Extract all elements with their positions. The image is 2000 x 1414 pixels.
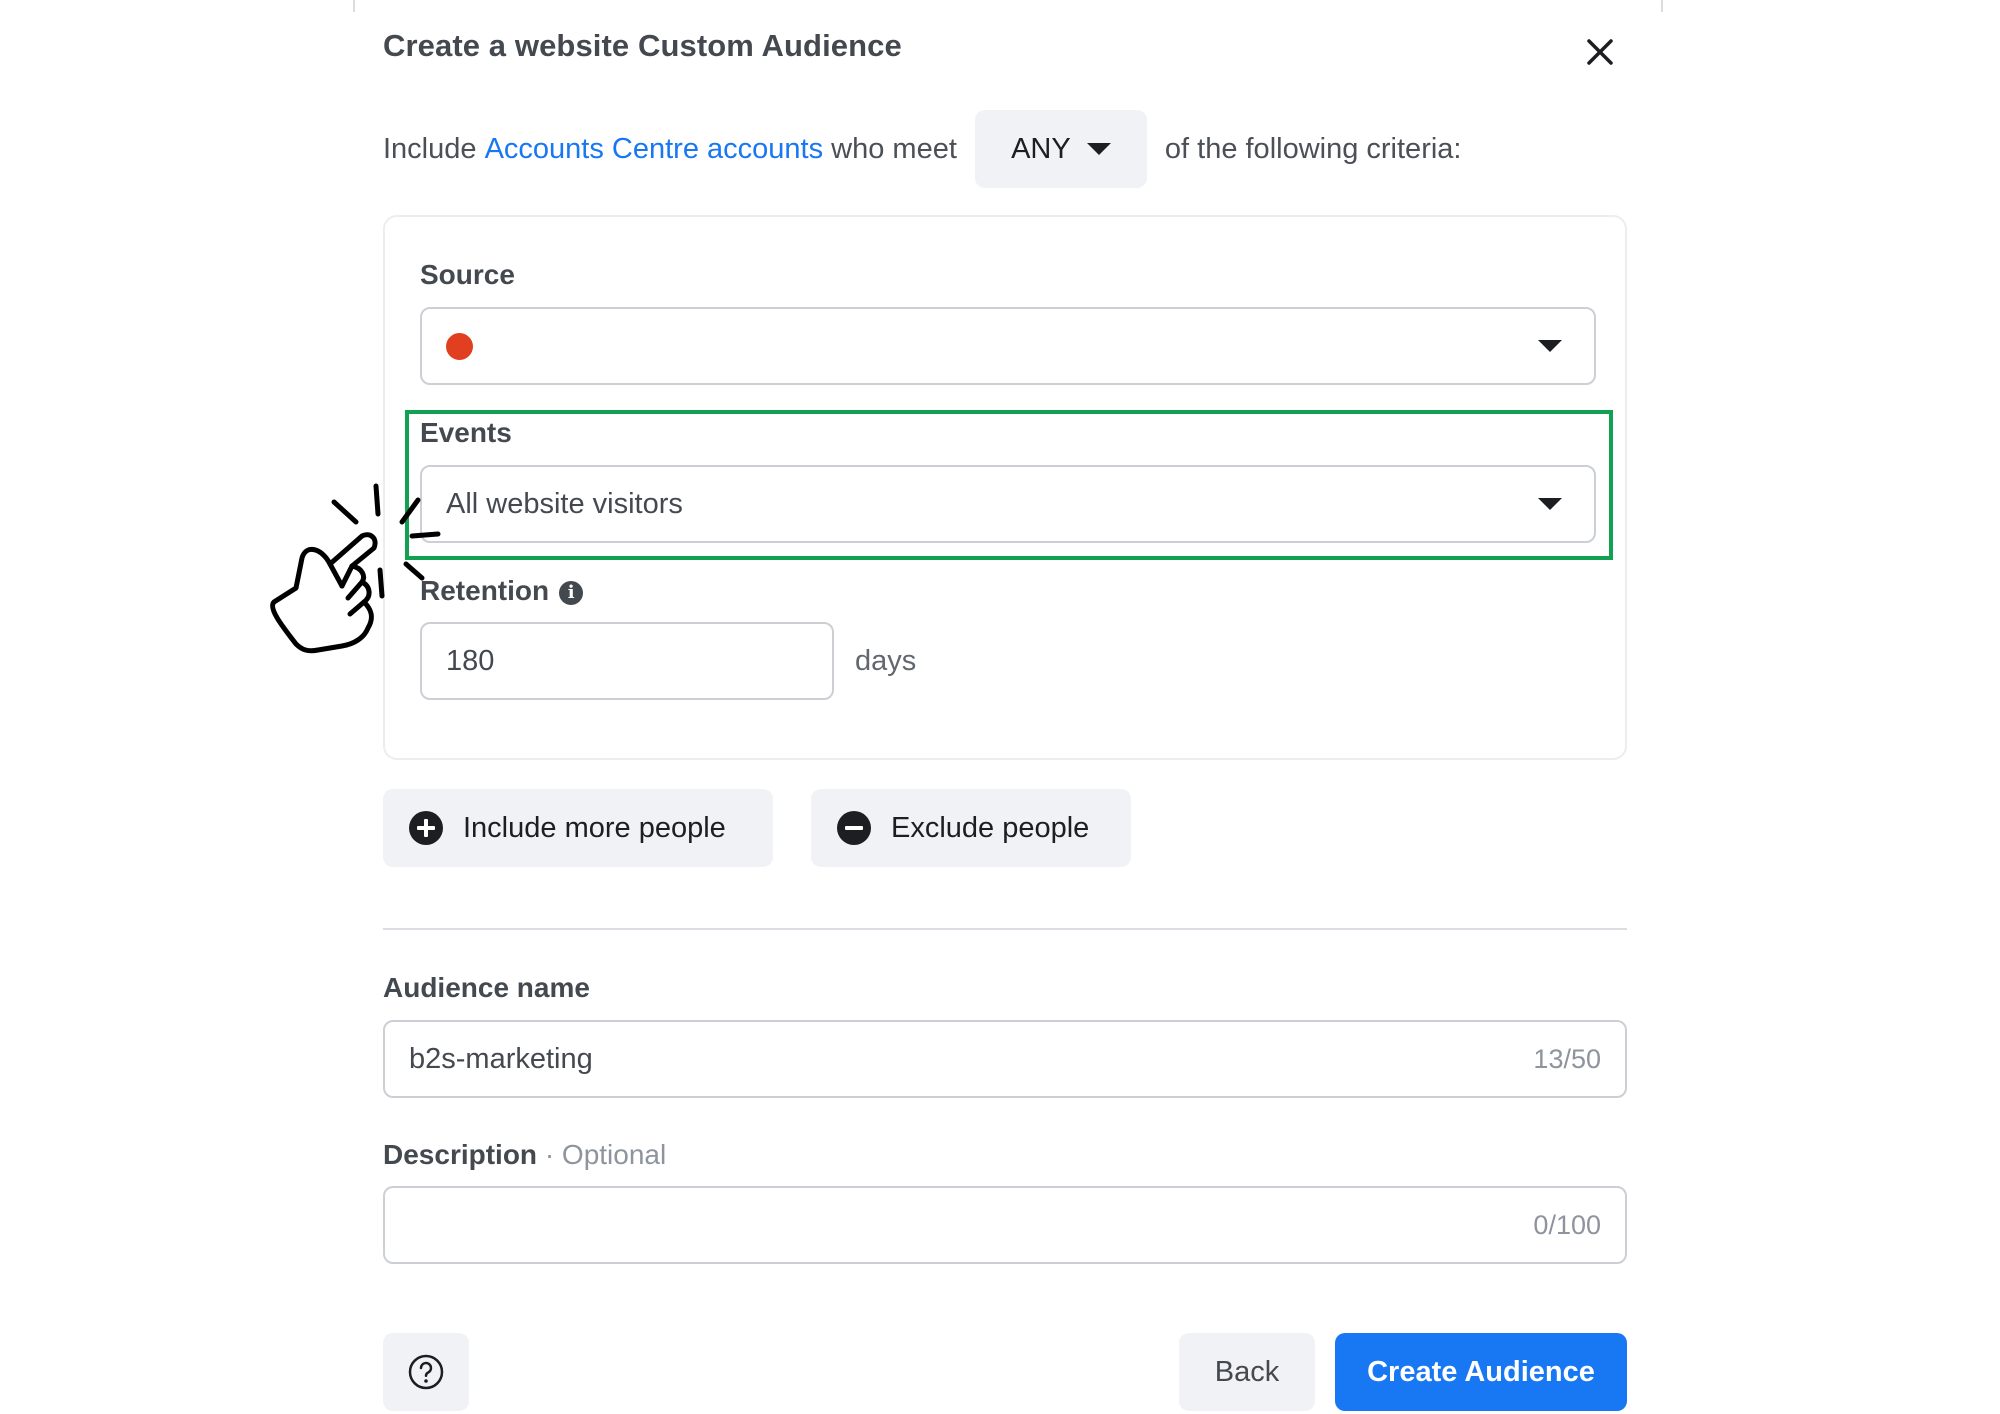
info-icon[interactable]: i [559,580,584,605]
caret-down-icon [1538,340,1562,352]
retention-unit: days [855,645,917,677]
audience-name-counter: 13/50 [1533,1043,1601,1074]
audience-name-label: Audience name [383,972,590,1003]
close-button[interactable] [1578,30,1622,74]
create-audience-button[interactable]: Create Audience [1335,1333,1627,1411]
minus-circle-icon [837,811,871,845]
hand-pointer-click-icon [270,483,441,654]
stage: Create a website Custom Audience Include… [0,0,2000,1414]
match-any-value: ANY [1011,132,1071,165]
create-custom-audience-dialog: Create a website Custom Audience Include… [353,0,1663,1414]
events-highlight-box [405,410,1613,560]
match-any-dropdown[interactable]: ANY [974,110,1147,188]
optional-tag: · Optional [544,1139,667,1170]
retention-input[interactable]: 180 [420,622,834,700]
include-more-label: Include more people [463,811,726,844]
help-button[interactable] [383,1333,469,1411]
include-suffix: of the following criteria: [1164,132,1462,165]
description-label-text: Description [383,1139,538,1170]
include-middle: who meet [831,132,957,165]
description-counter: 0/100 [1533,1209,1601,1240]
caret-down-icon [1086,143,1111,155]
accounts-centre-link[interactable]: Accounts Centre accounts [485,133,824,166]
dialog-title: Create a website Custom Audience [383,28,902,63]
exclude-label: Exclude people [891,811,1090,844]
plus-circle-icon [409,811,443,845]
section-divider [383,928,1627,930]
audience-name-input[interactable]: b2s-marketing 13/50 [383,1020,1627,1098]
help-circle-icon [408,1354,444,1390]
source-select[interactable] [420,307,1596,385]
close-icon [1587,39,1613,65]
include-more-people-button[interactable]: Include more people [383,789,773,867]
include-prefix: Include [383,132,477,165]
source-status-dot [446,332,473,360]
description-input[interactable]: 0/100 [383,1186,1627,1264]
audience-name-value: b2s-marketing [409,1042,593,1075]
include-criteria-row: Include Accounts Centre accounts who mee… [383,110,1461,188]
description-label: Description · Optional [383,1139,666,1171]
exclude-people-button[interactable]: Exclude people [811,789,1131,867]
source-label: Source [420,259,515,290]
back-button[interactable]: Back [1179,1333,1315,1411]
